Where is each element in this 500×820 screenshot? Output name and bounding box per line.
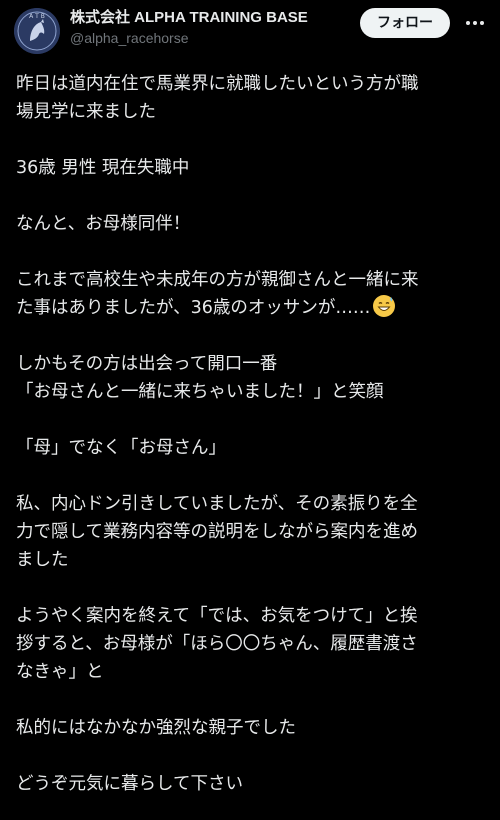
grinning-sweat-emoji-icon <box>372 294 396 318</box>
tweet-paragraph: なんと、お母様同伴！ <box>16 214 191 234</box>
avatar[interactable]: A T B <box>14 8 60 54</box>
tweet-paragraph: しかもその方は出会って開口一番 「お母さんと一緒に来ちゃいました！」と笑顔 <box>16 354 384 402</box>
more-dots-icon[interactable] <box>462 10 488 36</box>
tweet-paragraph: ようやく案内を終えて「では、お気をつけて」と挨 拶すると、お母様が「ほら〇〇ちゃ… <box>16 606 418 682</box>
tweet-text: 昨日は道内在住で馬業界に就職したいという方が職 場見学に来ました 36歳 男性 … <box>16 70 486 798</box>
logo-icon: A T B <box>14 8 60 54</box>
tweet-paragraph: どうぞ元気に暮らして下さい <box>16 774 243 794</box>
display-name[interactable]: 株式会社 ALPHA TRAINING BASE <box>70 8 350 28</box>
avatar-text: A T B <box>29 13 45 20</box>
tweet-header: A T B 株式会社 ALPHA TRAINING BASE @alpha_ra… <box>0 0 500 64</box>
tweet-paragraph: 私、内心ドン引きしていましたが、その素振りを全 力で隠して業務内容等の説明をしな… <box>16 494 418 570</box>
tweet-paragraph: 「母」でなく「お母さん」 <box>16 438 226 458</box>
user-handle[interactable]: @alpha_racehorse <box>70 28 350 48</box>
tweet-paragraph-text: これまで高校生や未成年の方が親御さんと一緒に来 た事はありましたが、36歳のオッ… <box>16 270 419 318</box>
author-block: 株式会社 ALPHA TRAINING BASE @alpha_racehors… <box>70 8 350 48</box>
tweet-paragraph: 昨日は道内在住で馬業界に就職したいという方が職 場見学に来ました <box>16 74 419 122</box>
tweet-paragraph: これまで高校生や未成年の方が親御さんと一緒に来 た事はありましたが、36歳のオッ… <box>16 266 486 322</box>
follow-button[interactable]: フォロー <box>360 8 450 38</box>
tweet-paragraph: 私的にはなかなか強烈な親子でした <box>16 718 296 738</box>
tweet-paragraph: 36歳 男性 現在失職中 <box>16 158 190 178</box>
